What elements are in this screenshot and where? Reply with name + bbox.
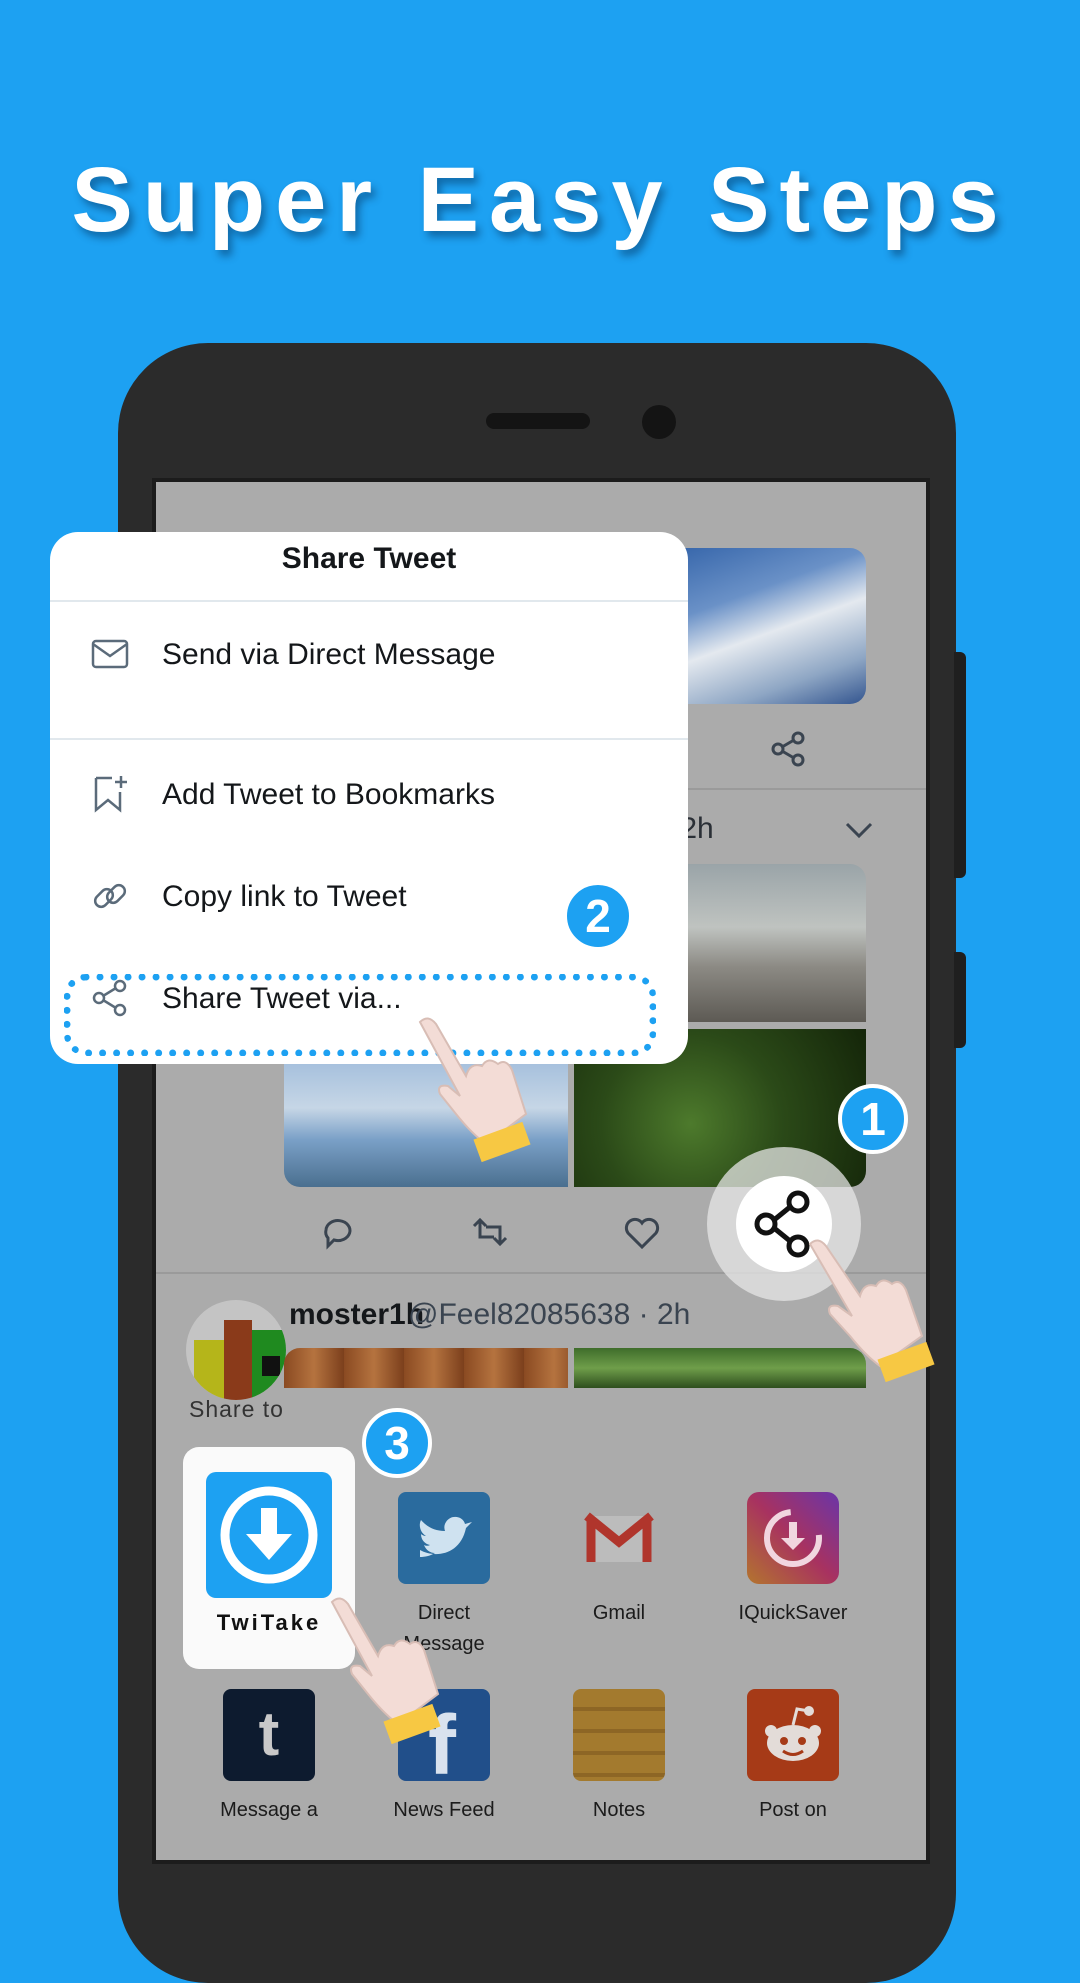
menu-item-bookmark[interactable]: Add Tweet to Bookmarks [50, 748, 688, 840]
share-sheet-header: Share to [189, 1396, 284, 1422]
menu-item-label: Copy link to Tweet [162, 880, 407, 913]
reply-icon[interactable] [320, 1214, 356, 1250]
mail-icon [91, 639, 129, 669]
pointing-hand-icon [330, 1597, 441, 1745]
gmail-icon [573, 1492, 665, 1584]
share-via-highlight [64, 974, 656, 1056]
bookmark-add-icon [94, 776, 127, 813]
pointing-hand-icon [808, 1239, 935, 1383]
share-app-label: Post on [759, 1799, 827, 1821]
tweet-share-icon[interactable] [770, 730, 808, 768]
share-app-notes[interactable]: Notes [534, 1689, 704, 1822]
share-app-label: Message a [220, 1799, 318, 1821]
twitter-bird-icon [398, 1492, 490, 1584]
reddit-icon [747, 1689, 839, 1781]
tweet-user-handle[interactable]: @Feel82085638 · 2h [408, 1298, 690, 1332]
avatar[interactable] [186, 1300, 286, 1400]
pointing-hand-icon [418, 1017, 531, 1163]
menu-item-label: Add Tweet to Bookmarks [162, 778, 495, 811]
share-app-gmail[interactable]: Gmail [534, 1492, 704, 1625]
step-badge-3: 3 [362, 1408, 432, 1478]
tweet-user-name[interactable]: moster1h [289, 1298, 424, 1332]
share-app-label: Notes [592, 1799, 646, 1821]
share-app-label: News Feed [393, 1799, 495, 1821]
menu-divider [50, 738, 688, 740]
download-arrow-icon [206, 1472, 332, 1598]
quicksaver-icon [747, 1492, 839, 1584]
share-tweet-title: Share Tweet [281, 542, 457, 575]
headline: Super Easy Steps [71, 149, 1009, 251]
share-app-reddit[interactable]: Post on [708, 1689, 878, 1822]
phone-speaker [486, 413, 590, 429]
phone-power-button [954, 952, 966, 1048]
tweet-image-wood[interactable] [284, 1348, 568, 1388]
chevron-down-icon[interactable] [844, 820, 874, 840]
menu-item-label: Send via Direct Message [162, 638, 496, 671]
retweet-icon[interactable] [470, 1216, 510, 1248]
like-icon[interactable] [624, 1216, 660, 1250]
phone-camera [642, 405, 676, 439]
step-badge-1: 1 [838, 1084, 908, 1154]
notes-icon [573, 1689, 665, 1781]
share-app-label: Gmail [592, 1602, 646, 1624]
step-badge-2: 2 [563, 881, 633, 951]
link-icon [93, 883, 127, 909]
tumblr-icon: t [223, 1689, 315, 1781]
share-app-iquicksaver[interactable]: IQuickSaver [708, 1492, 878, 1625]
phone-volume-button [954, 652, 966, 878]
menu-item-direct-message[interactable]: Send via Direct Message [50, 602, 688, 706]
share-app-label: IQuickSaver [738, 1602, 848, 1624]
